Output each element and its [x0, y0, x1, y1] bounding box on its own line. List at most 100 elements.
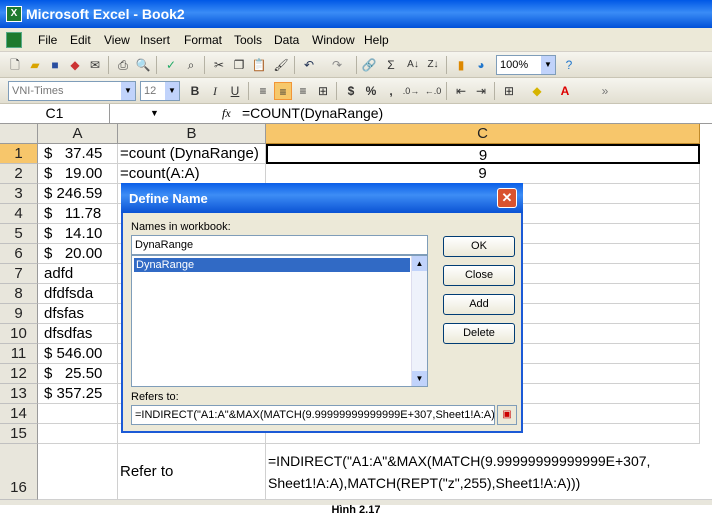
permission-icon[interactable]: ◆	[66, 56, 84, 74]
row-header[interactable]: 4	[0, 204, 38, 224]
close-icon[interactable]: ✕	[497, 188, 517, 208]
cell-c16[interactable]: =INDIRECT("A1:A"&MAX(MATCH(9.99999999999…	[266, 444, 712, 500]
list-item[interactable]: DynaRange	[134, 258, 410, 272]
menu-format[interactable]: Format	[184, 33, 222, 47]
row-header[interactable]: 7	[0, 264, 38, 284]
percent-button[interactable]: %	[362, 82, 380, 100]
email-icon[interactable]: ✉	[86, 56, 104, 74]
help-icon[interactable]: ?	[560, 56, 578, 74]
cell-a16[interactable]	[38, 444, 118, 500]
menu-file[interactable]: File	[38, 33, 57, 47]
font-select[interactable]: VNI-Times ▼	[8, 81, 136, 101]
row-header[interactable]: 16	[0, 444, 38, 500]
sort-ascending-icon[interactable]: A↓	[404, 56, 422, 74]
sort-descending-icon[interactable]: Z↓	[424, 56, 442, 74]
formula-input[interactable]: =COUNT(DynaRange)	[242, 104, 383, 123]
hyperlink-icon[interactable]: 🔗	[360, 56, 378, 74]
cell-c2[interactable]: 9	[266, 164, 700, 184]
print-preview-icon[interactable]: 🔍	[134, 56, 152, 74]
cell-c1[interactable]: 9	[266, 144, 700, 164]
name-box[interactable]: C1	[0, 104, 110, 123]
column-header-c[interactable]: C	[266, 124, 700, 144]
menu-tools[interactable]: Tools	[234, 33, 262, 47]
underline-button[interactable]: U	[226, 82, 244, 100]
fill-color-icon[interactable]: ◆	[528, 82, 546, 100]
cell-b16[interactable]: Refer to	[118, 444, 266, 500]
row-header[interactable]: 2	[0, 164, 38, 184]
zoom-select[interactable]: 100% ▼	[496, 55, 556, 75]
cell-a3[interactable]: $ 246.59	[38, 184, 118, 204]
borders-icon[interactable]: ⊞	[500, 82, 518, 100]
cell-a9[interactable]: dfsfas	[38, 304, 118, 324]
row-header[interactable]: 5	[0, 224, 38, 244]
menu-window[interactable]: Window	[312, 33, 355, 47]
chevron-down-icon[interactable]: ▼	[150, 104, 159, 123]
row-header[interactable]: 14	[0, 404, 38, 424]
row-header[interactable]: 6	[0, 244, 38, 264]
scroll-down-icon[interactable]: ▼	[412, 371, 427, 386]
align-right-icon[interactable]: ≡	[294, 82, 312, 100]
cell-a10[interactable]: dfsdfas	[38, 324, 118, 344]
select-all-corner[interactable]	[0, 124, 38, 144]
menu-data[interactable]: Data	[274, 33, 299, 47]
menu-help[interactable]: Help	[364, 33, 389, 47]
font-size-select[interactable]: 12 ▼	[140, 81, 180, 101]
cell-a13[interactable]: $ 357.25	[38, 384, 118, 404]
cell-a2[interactable]: $ 19.00	[38, 164, 118, 184]
comma-button[interactable]: ,	[382, 82, 400, 100]
redo-icon[interactable]: ↷	[328, 56, 346, 74]
save-icon[interactable]: ■	[46, 56, 64, 74]
row-header[interactable]: 1	[0, 144, 38, 164]
undo-icon[interactable]: ↶	[300, 56, 318, 74]
open-icon[interactable]: ▰	[26, 56, 44, 74]
print-icon[interactable]: ⎙	[114, 56, 132, 74]
spelling-icon[interactable]: ✓	[162, 56, 180, 74]
row-header[interactable]: 8	[0, 284, 38, 304]
cell-a14[interactable]	[38, 404, 118, 424]
cell-a6[interactable]: $ 20.00	[38, 244, 118, 264]
row-header[interactable]: 9	[0, 304, 38, 324]
scroll-up-icon[interactable]: ▲	[412, 256, 427, 271]
cell-a5[interactable]: $ 14.10	[38, 224, 118, 244]
close-button[interactable]: Close	[443, 265, 515, 286]
cell-a12[interactable]: $ 25.50	[38, 364, 118, 384]
chart-wizard-icon[interactable]: ▮	[452, 56, 470, 74]
autosum-icon[interactable]: Σ	[382, 56, 400, 74]
collapse-dialog-icon[interactable]: ▣	[497, 405, 517, 425]
menu-view[interactable]: View	[104, 33, 130, 47]
names-list[interactable]: DynaRange ▲ ▼	[131, 255, 428, 387]
currency-button[interactable]: $	[342, 82, 360, 100]
increase-decimal-icon[interactable]: .0→	[402, 82, 420, 100]
increase-indent-icon[interactable]: ⇥	[472, 82, 490, 100]
bold-button[interactable]: B	[186, 82, 204, 100]
cell-a11[interactable]: $ 546.00	[38, 344, 118, 364]
insert-function-icon[interactable]: fx	[222, 104, 231, 123]
ok-button[interactable]: OK	[443, 236, 515, 257]
decrease-decimal-icon[interactable]: ←.0	[424, 82, 442, 100]
row-header[interactable]: 3	[0, 184, 38, 204]
cell-b2[interactable]: =count(A:A)	[118, 164, 266, 184]
menu-insert[interactable]: Insert	[140, 33, 170, 47]
column-header-b[interactable]: B	[118, 124, 266, 144]
format-painter-icon[interactable]: 🖌	[272, 56, 290, 74]
align-center-icon[interactable]: ≡	[274, 82, 292, 100]
row-header[interactable]: 15	[0, 424, 38, 444]
cell-a1[interactable]: $ 37.45	[38, 144, 118, 164]
font-color-icon[interactable]: A	[556, 82, 574, 100]
cell-a15[interactable]	[38, 424, 118, 444]
row-header[interactable]: 10	[0, 324, 38, 344]
drawing-icon[interactable]: ◕	[472, 56, 490, 74]
research-icon[interactable]: ⌕	[182, 56, 200, 74]
refers-to-input[interactable]: =INDIRECT("A1:A"&MAX(MATCH(9.99999999999…	[131, 405, 495, 425]
name-input[interactable]: DynaRange	[131, 235, 428, 255]
cell-a8[interactable]: dfdfsda	[38, 284, 118, 304]
cell-a7[interactable]: adfd	[38, 264, 118, 284]
add-button[interactable]: Add	[443, 294, 515, 315]
cell-b1[interactable]: =count (DynaRange)	[118, 144, 266, 164]
new-icon[interactable]: 🗋	[6, 56, 24, 74]
copy-icon[interactable]: ❐	[230, 56, 248, 74]
decrease-indent-icon[interactable]: ⇤	[452, 82, 470, 100]
row-header[interactable]: 13	[0, 384, 38, 404]
column-header-a[interactable]: A	[38, 124, 118, 144]
italic-button[interactable]: I	[206, 82, 224, 100]
